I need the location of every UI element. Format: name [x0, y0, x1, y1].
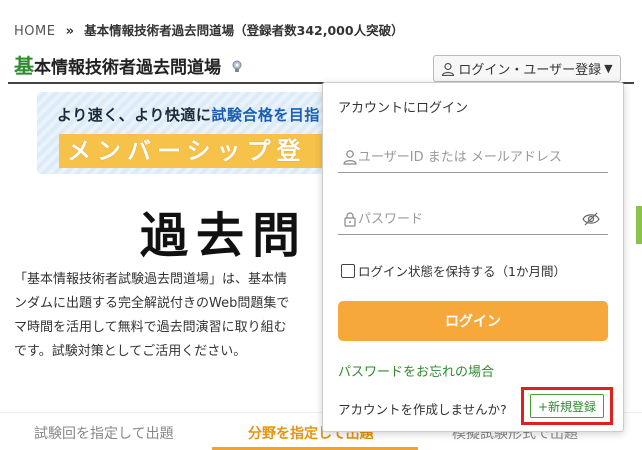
new-register-button[interactable]: +新規登録	[530, 394, 604, 418]
tab-by-exam[interactable]: 試験回を指定して出題	[34, 423, 174, 443]
banner-tagline-a: より速く、より快適に	[57, 106, 212, 124]
login-register-button[interactable]: ログイン・ユーザー登録 ▼	[433, 55, 621, 82]
breadcrumb-current: 基本情報技術者過去問道場（登録者数342,000人突破）	[84, 23, 404, 38]
trophy-icon	[232, 60, 242, 72]
user-id-field	[338, 141, 608, 173]
breadcrumb-separator: »	[65, 24, 74, 39]
banner-tagline-b: 試験合格を目指	[211, 106, 320, 124]
banner-membership-text: メンバーシップ登	[59, 134, 327, 168]
remember-login[interactable]: ログイン状態を保持する（1か月間）	[341, 261, 566, 280]
password-field	[338, 203, 608, 235]
login-submit-button[interactable]: ログイン	[338, 301, 608, 341]
description-line: 「基本情報技術者試験過去問道場」は、基本情	[14, 272, 288, 287]
page-big-title: 過去問	[140, 208, 309, 264]
description-line: ンダムに出題する完全解説付きのWeb問題集で	[14, 296, 290, 311]
breadcrumb-home[interactable]: HOME	[14, 24, 55, 39]
caret-down-icon: ▼	[604, 62, 613, 75]
remember-label: ログイン状態を保持する（1か月間）	[358, 264, 566, 279]
breadcrumb: HOME » 基本情報技術者過去問道場（登録者数342,000人突破）	[14, 20, 404, 39]
login-heading: アカウントにログイン	[338, 101, 469, 116]
side-tab-edge[interactable]	[636, 206, 642, 244]
eye-icon[interactable]	[582, 212, 600, 226]
remember-checkbox[interactable]	[341, 263, 355, 278]
membership-banner[interactable]: より速く、より快適に試験合格を目指 メンバーシップ登	[37, 92, 327, 174]
banner-tagline: より速く、より快適に試験合格を目指	[57, 104, 320, 125]
user-icon	[442, 62, 455, 76]
description-line: です。試験対策としてご活用ください。	[14, 344, 247, 359]
description-line: マ時間を活用して無料で過去問演習に取り組む	[14, 320, 287, 335]
site-description: 「基本情報技術者試験過去問道場」は、基本情 ンダムに出題する完全解説付きのWeb…	[14, 268, 334, 364]
user-icon	[343, 150, 357, 165]
password-input[interactable]	[358, 207, 578, 231]
create-account-prompt: アカウントを作成しませんか?	[338, 402, 507, 417]
site-title-first-char: 基	[14, 54, 34, 78]
site-title-rest: 本情報技術者過去問道場	[34, 58, 221, 78]
user-id-input[interactable]	[358, 145, 578, 169]
login-dropdown: アカウントにログイン ログイン状態を保持する（1か月間） ログイン パスワードを…	[322, 82, 624, 432]
forgot-password-link[interactable]: パスワードをお忘れの場合	[338, 361, 494, 380]
site-title[interactable]: 基本情報技術者過去問道場	[14, 50, 244, 79]
login-register-label: ログイン・ユーザー登録	[458, 63, 602, 78]
lock-icon	[344, 212, 356, 227]
